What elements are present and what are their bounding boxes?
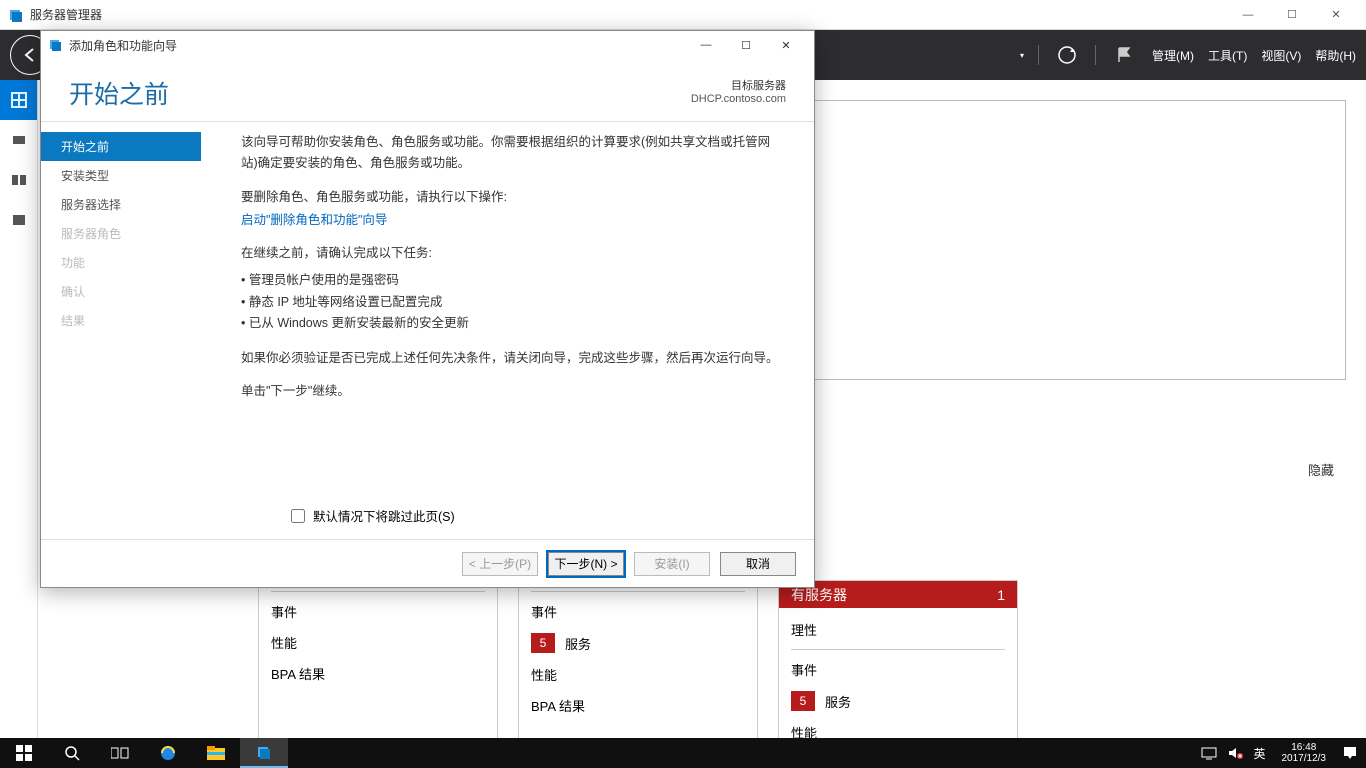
separator — [1038, 45, 1039, 65]
nav-step-features: 功能 — [41, 248, 201, 277]
menu-manage[interactable]: 管理(M) — [1152, 47, 1194, 64]
menu-tools[interactable]: 工具(T) — [1208, 47, 1247, 64]
server-manager-taskbar-icon[interactable] — [240, 738, 288, 768]
tray-volume-icon[interactable] — [1227, 746, 1243, 760]
wizard-close-button[interactable]: ✕ — [766, 33, 806, 57]
tile-row[interactable]: 性能 — [271, 627, 485, 658]
prev-button: < 上一步(P) — [462, 552, 538, 576]
parent-maximize-button[interactable]: ☐ — [1270, 1, 1314, 29]
target-server-label: 目标服务器 — [691, 77, 786, 93]
left-nav — [0, 80, 38, 768]
server-manager-icon — [8, 7, 24, 23]
wizard-content: 该向导可帮助你安装角色、角色服务或功能。你需要根据组织的计算要求(例如共享文档或… — [201, 122, 814, 498]
start-button[interactable] — [0, 738, 48, 768]
cancel-button[interactable]: 取消 — [720, 552, 796, 576]
nav-step-results: 结果 — [41, 306, 201, 335]
header-dropdown-icon[interactable]: ▾ — [1020, 51, 1024, 60]
bullet-item: 已从 Windows 更新安装最新的安全更新 — [241, 313, 784, 334]
bullet-item: 静态 IP 地址等网络设置已配置完成 — [241, 292, 784, 313]
wizard-title: 添加角色和功能向导 — [69, 37, 686, 54]
skip-checkbox[interactable] — [291, 509, 305, 523]
nav-step-server-roles: 服务器角色 — [41, 219, 201, 248]
next-button[interactable]: 下一步(N) > — [548, 552, 624, 576]
remove-lead-text: 要删除角色、角色服务或功能，请执行以下操作: — [241, 187, 784, 208]
tray-clock[interactable]: 16:48 2017/12/3 — [1276, 742, 1333, 764]
wizard-titlebar[interactable]: 添加角色和功能向导 — ☐ ✕ — [41, 31, 814, 59]
wizard-footer: < 上一步(P) 下一步(N) > 安装(I) 取消 — [41, 539, 814, 587]
wizard-minimize-button[interactable]: — — [686, 33, 726, 57]
nav-step-confirm: 确认 — [41, 277, 201, 306]
tile-row[interactable]: 5服务 — [531, 627, 745, 659]
alert-badge: 5 — [531, 633, 555, 653]
remove-roles-link[interactable]: 启动"删除角色和功能"向导 — [241, 213, 387, 227]
ie-icon[interactable] — [144, 738, 192, 768]
task-view-icon[interactable] — [96, 738, 144, 768]
tile-row[interactable]: 性能 — [531, 659, 745, 690]
nav-dashboard-icon[interactable] — [0, 80, 37, 120]
tray-notifications-icon[interactable] — [1342, 745, 1358, 761]
parent-close-button[interactable]: ✕ — [1314, 1, 1358, 29]
wizard-header: 开始之前 目标服务器 DHCP.contoso.com — [41, 59, 814, 122]
menu-help[interactable]: 帮助(H) — [1315, 47, 1356, 64]
wizard-nav: 开始之前 安装类型 服务器选择 服务器角色 功能 确认 结果 — [41, 122, 201, 498]
wizard-page-title: 开始之前 — [69, 75, 786, 111]
separator — [1095, 45, 1096, 65]
tile-row[interactable]: 事件 — [791, 654, 1005, 685]
target-server-value: DHCP.contoso.com — [691, 93, 786, 105]
hide-link[interactable]: 隐藏 — [1308, 460, 1334, 479]
parent-titlebar: 服务器管理器 — ☐ ✕ — [0, 0, 1366, 30]
menu-view[interactable]: 视图(V) — [1261, 47, 1301, 64]
refresh-icon[interactable] — [1053, 41, 1081, 69]
search-icon[interactable] — [48, 738, 96, 768]
bullet-item: 管理员帐户使用的是强密码 — [241, 270, 784, 291]
tile-row[interactable]: 5服务 — [791, 685, 1005, 717]
target-server-box: 目标服务器 DHCP.contoso.com — [691, 77, 786, 105]
wizard-app-icon — [49, 38, 63, 52]
alert-badge: 5 — [791, 691, 815, 711]
nav-step-before[interactable]: 开始之前 — [41, 132, 201, 161]
parent-window-title: 服务器管理器 — [30, 6, 1226, 23]
header-menu-right: ▾ 管理(M) 工具(T) 视图(V) 帮助(H) — [1014, 41, 1356, 69]
install-button: 安装(I) — [634, 552, 710, 576]
nav-all-icon[interactable] — [0, 160, 37, 200]
skip-label: 默认情况下将跳过此页(S) — [313, 506, 455, 525]
nav-file-icon[interactable] — [0, 200, 37, 240]
parent-minimize-button[interactable]: — — [1226, 1, 1270, 29]
tile-row[interactable]: BPA 结果 — [271, 658, 485, 689]
verify-text: 如果你必须验证是否已完成上述任何先决条件，请关闭向导，完成这些步骤，然后再次运行… — [241, 348, 784, 369]
explorer-icon[interactable] — [192, 738, 240, 768]
taskbar: 英 16:48 2017/12/3 — [0, 738, 1366, 768]
prereq-bullets: 管理员帐户使用的是强密码 静态 IP 地址等网络设置已配置完成 已从 Windo… — [241, 270, 784, 334]
add-roles-wizard: 添加角色和功能向导 — ☐ ✕ 开始之前 目标服务器 DHCP.contoso.… — [40, 30, 815, 588]
nav-local-icon[interactable] — [0, 120, 37, 160]
tile-row[interactable]: 事件 — [531, 596, 745, 627]
flag-icon[interactable] — [1110, 41, 1138, 69]
tile-row[interactable]: 事件 — [271, 596, 485, 627]
wizard-body: 开始之前 安装类型 服务器选择 服务器角色 功能 确认 结果 该向导可帮助你安装… — [41, 122, 814, 498]
tile-row[interactable]: BPA 结果 — [531, 690, 745, 721]
tray-network-icon[interactable] — [1201, 746, 1217, 760]
tray-time: 16:48 — [1282, 742, 1327, 753]
nav-step-server-select[interactable]: 服务器选择 — [41, 190, 201, 219]
intro-text: 该向导可帮助你安装角色、角色服务或功能。你需要根据组织的计算要求(例如共享文档或… — [241, 132, 784, 175]
nav-step-install-type[interactable]: 安装类型 — [41, 161, 201, 190]
wizard-maximize-button[interactable]: ☐ — [726, 33, 766, 57]
tray-date: 2017/12/3 — [1282, 753, 1327, 764]
tile-row[interactable]: 理性 — [791, 614, 1005, 645]
continue-text: 单击"下一步"继续。 — [241, 381, 784, 402]
skip-row: 默认情况下将跳过此页(S) — [41, 498, 814, 539]
system-tray: 英 16:48 2017/12/3 — [1193, 742, 1366, 764]
confirm-lead-text: 在继续之前，请确认完成以下任务: — [241, 243, 784, 264]
tray-ime[interactable]: 英 — [1253, 745, 1265, 762]
